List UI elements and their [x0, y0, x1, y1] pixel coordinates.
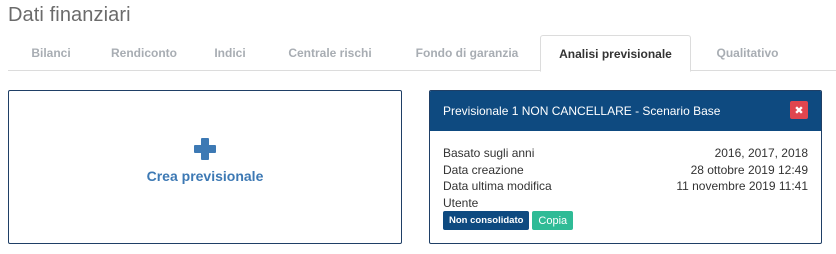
- page-title: Dati finanziari: [8, 4, 131, 26]
- create-forecast-card[interactable]: Crea previsionale: [8, 90, 402, 244]
- scenario-title: Previsionale 1 NON CANCELLARE - Scenario…: [443, 104, 721, 118]
- detail-row-user: Utente: [443, 195, 808, 212]
- badge-group: Non consolidato Copia: [443, 211, 808, 230]
- tab-qualitativo[interactable]: Qualitativo: [691, 35, 804, 71]
- tab-bilanci[interactable]: Bilanci: [8, 35, 94, 71]
- create-forecast-label: Crea previsionale: [146, 168, 264, 184]
- copy-button[interactable]: Copia: [532, 211, 574, 230]
- scenario-card: Previsionale 1 NON CANCELLARE - Scenario…: [429, 90, 822, 244]
- scenario-header: Previsionale 1 NON CANCELLARE - Scenario…: [430, 91, 821, 131]
- detail-label: Data creazione: [443, 162, 524, 177]
- scenario-details: Basato sugli anni 2016, 2017, 2018 Data …: [430, 131, 821, 230]
- detail-label: Utente: [443, 195, 479, 210]
- consolidation-badge: Non consolidato: [443, 211, 530, 230]
- detail-value: 2016, 2017, 2018: [714, 146, 808, 160]
- detail-row-years: Basato sugli anni 2016, 2017, 2018: [443, 145, 808, 162]
- tab-rendiconto[interactable]: Rendiconto: [94, 35, 194, 71]
- close-icon: ✖: [794, 104, 804, 117]
- detail-label: Data ultima modifica: [443, 179, 552, 193]
- detail-label: Basato sugli anni: [443, 146, 535, 160]
- detail-value: 11 novembre 2019 11:41: [676, 179, 808, 193]
- detail-value: 28 ottobre 2019 12:49: [690, 162, 808, 177]
- detail-row-created: Data creazione 28 ottobre 2019 12:49: [443, 162, 808, 179]
- close-button[interactable]: ✖: [790, 101, 808, 119]
- tab-fondo-di-garanzia[interactable]: Fondo di garanzia: [394, 35, 540, 71]
- tab-analisi-previsionale[interactable]: Analisi previsionale: [540, 35, 691, 72]
- tab-indici[interactable]: Indici: [194, 35, 266, 71]
- plus-icon: [194, 138, 216, 160]
- tab-centrale-rischi[interactable]: Centrale rischi: [266, 35, 394, 71]
- detail-row-modified: Data ultima modifica 11 novembre 2019 11…: [443, 178, 808, 195]
- tab-bar: Bilanci Rendiconto Indici Centrale risch…: [8, 35, 836, 72]
